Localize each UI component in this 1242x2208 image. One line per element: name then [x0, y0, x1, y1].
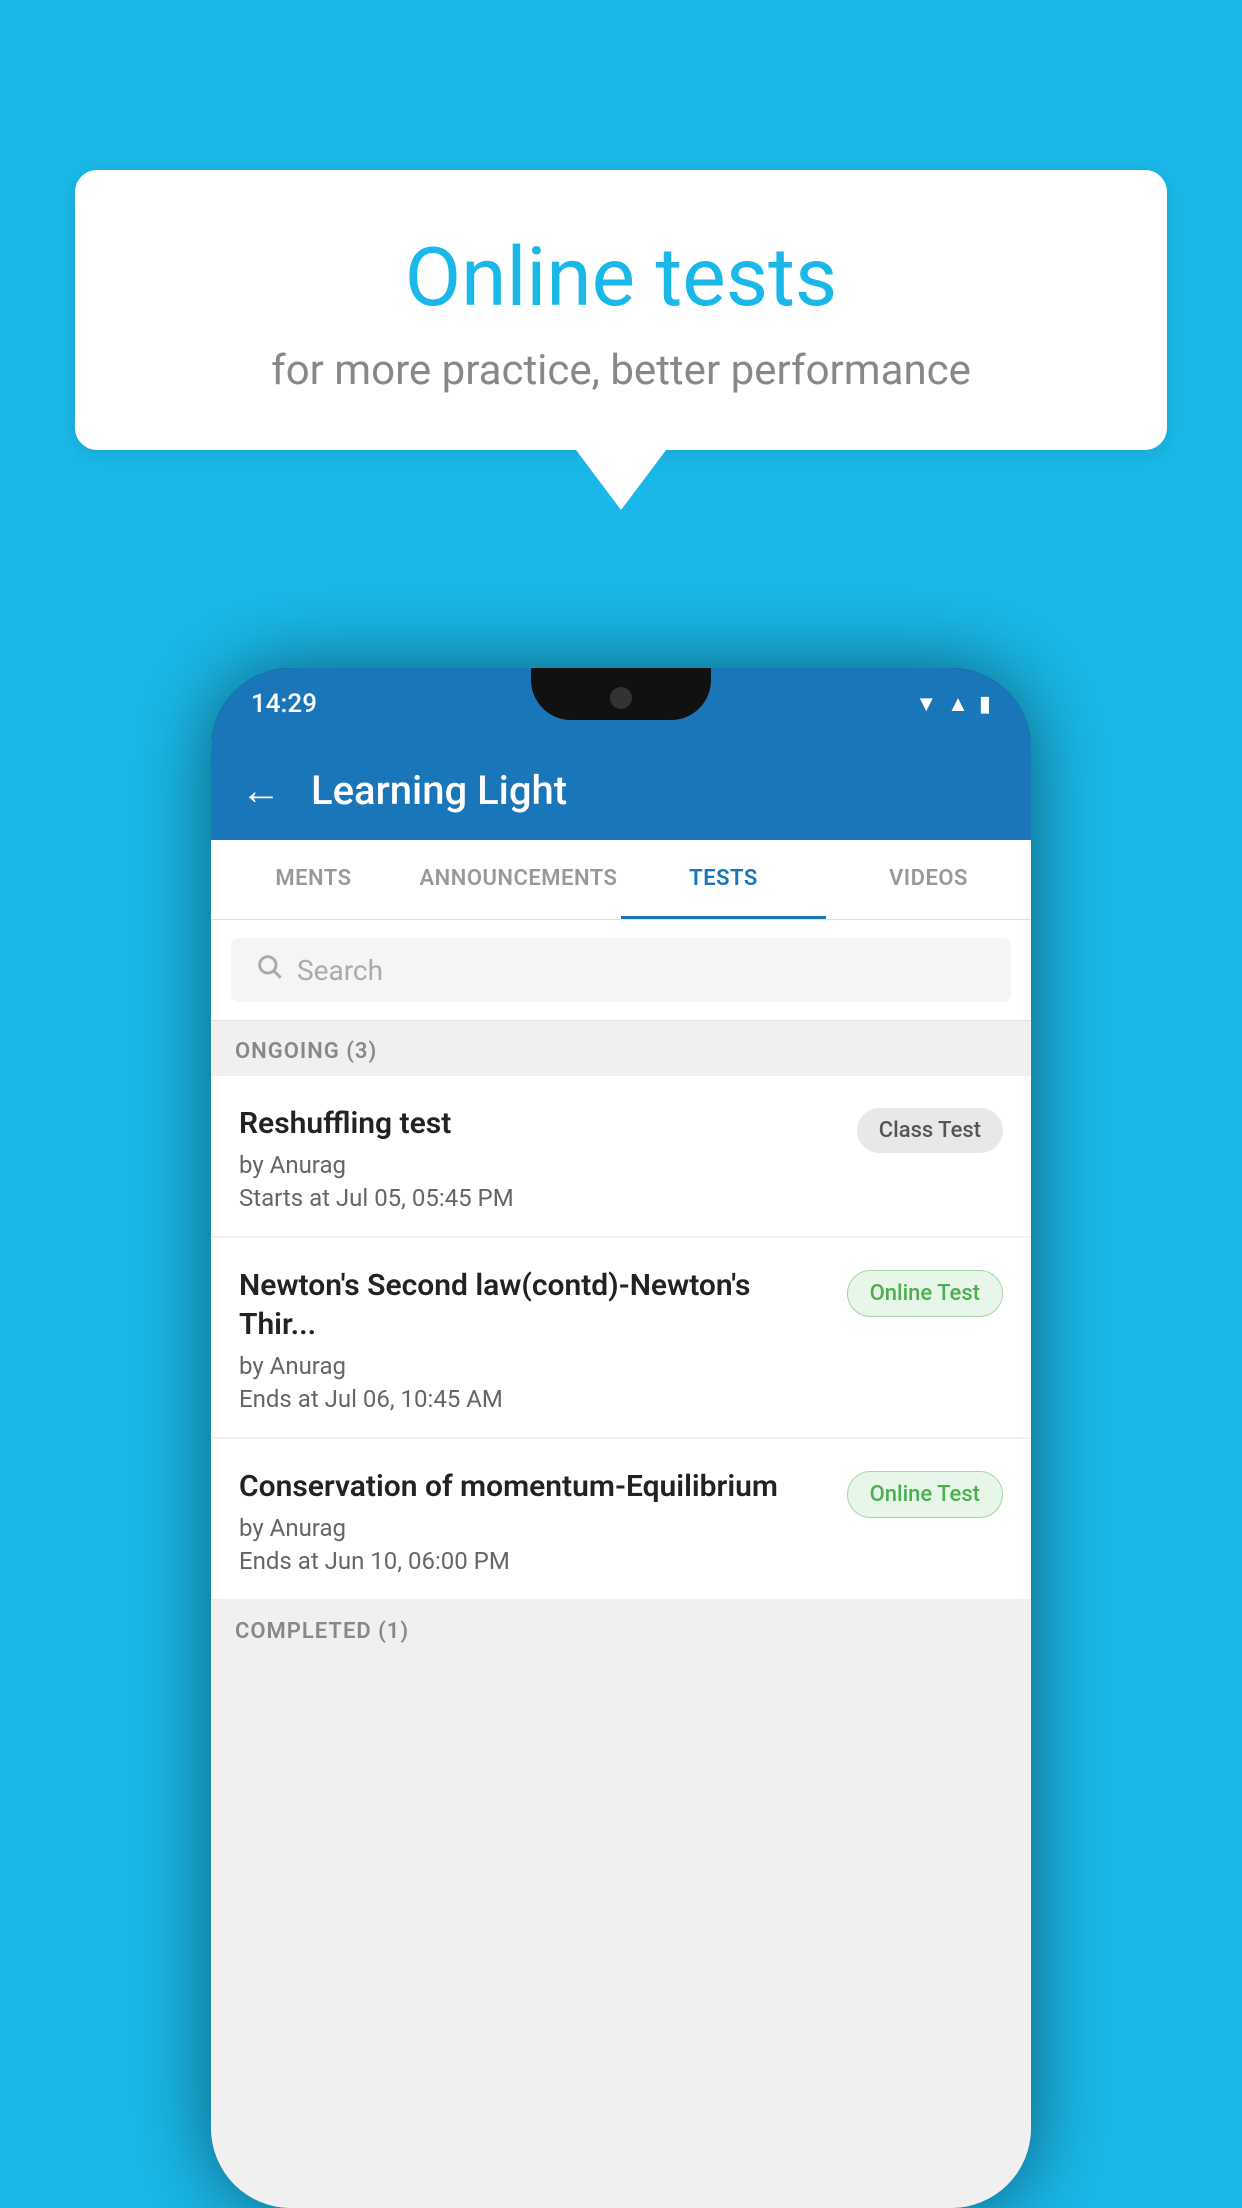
status-time: 14:29 [251, 689, 317, 719]
test-card-info-2: Newton's Second law(contd)-Newton's Thir… [239, 1266, 831, 1413]
notch [531, 668, 711, 720]
test-badge-online-2: Online Test [847, 1270, 1003, 1317]
wifi-icon: ▼ [915, 691, 937, 717]
app-title: Learning Light [311, 767, 567, 814]
test-time-3: Ends at Jun 10, 06:00 PM [239, 1547, 831, 1575]
phone-screen: ← Learning Light MENTS ANNOUNCEMENTS TES… [211, 740, 1031, 2208]
test-card-reshuffling[interactable]: Reshuffling test by Anurag Starts at Jul… [211, 1076, 1031, 1236]
battery-icon: ▮ [979, 692, 991, 717]
tabs-container: MENTS ANNOUNCEMENTS TESTS VIDEOS [211, 840, 1031, 920]
search-icon [255, 952, 283, 988]
tab-announcements[interactable]: ANNOUNCEMENTS [416, 840, 621, 919]
test-time-1: Starts at Jul 05, 05:45 PM [239, 1184, 841, 1212]
speech-bubble-container: Online tests for more practice, better p… [75, 170, 1167, 510]
back-button[interactable]: ← [241, 767, 281, 814]
test-card-info-3: Conservation of momentum-Equilibrium by … [239, 1467, 831, 1575]
test-badge-online-3: Online Test [847, 1471, 1003, 1518]
tab-ments[interactable]: MENTS [211, 840, 416, 919]
ongoing-section-header: ONGOING (3) [211, 1021, 1031, 1076]
status-bar: 14:29 ▼ ▲ ▮ [211, 668, 1031, 740]
signal-icon: ▲ [947, 691, 969, 717]
search-container: Search [211, 920, 1031, 1021]
tab-videos[interactable]: VIDEOS [826, 840, 1031, 919]
app-bar: ← Learning Light [211, 740, 1031, 840]
test-by-1: by Anurag [239, 1151, 841, 1179]
test-title-2: Newton's Second law(contd)-Newton's Thir… [239, 1266, 831, 1344]
speech-bubble-tail [576, 450, 666, 510]
test-title-1: Reshuffling test [239, 1104, 841, 1143]
test-by-3: by Anurag [239, 1514, 831, 1542]
phone-frame: 14:29 ▼ ▲ ▮ ← Learning Light MENTS ANNOU… [211, 668, 1031, 2208]
test-time-2: Ends at Jul 06, 10:45 AM [239, 1385, 831, 1413]
bubble-subtitle: for more practice, better performance [155, 346, 1087, 395]
test-badge-class-1: Class Test [857, 1108, 1003, 1153]
test-title-3: Conservation of momentum-Equilibrium [239, 1467, 831, 1506]
test-card-conservation[interactable]: Conservation of momentum-Equilibrium by … [211, 1439, 1031, 1599]
content-area: ONGOING (3) Reshuffling test by Anurag S… [211, 1021, 1031, 2208]
test-card-info-1: Reshuffling test by Anurag Starts at Jul… [239, 1104, 841, 1212]
tab-tests[interactable]: TESTS [621, 840, 826, 919]
status-icons: ▼ ▲ ▮ [915, 691, 991, 717]
speech-bubble: Online tests for more practice, better p… [75, 170, 1167, 450]
test-card-newtons[interactable]: Newton's Second law(contd)-Newton's Thir… [211, 1238, 1031, 1437]
front-camera [610, 687, 632, 709]
search-input-wrapper[interactable]: Search [231, 938, 1011, 1002]
test-by-2: by Anurag [239, 1352, 831, 1380]
completed-section-header: COMPLETED (1) [211, 1601, 1031, 1656]
bubble-title: Online tests [155, 230, 1087, 326]
search-placeholder: Search [297, 954, 383, 987]
